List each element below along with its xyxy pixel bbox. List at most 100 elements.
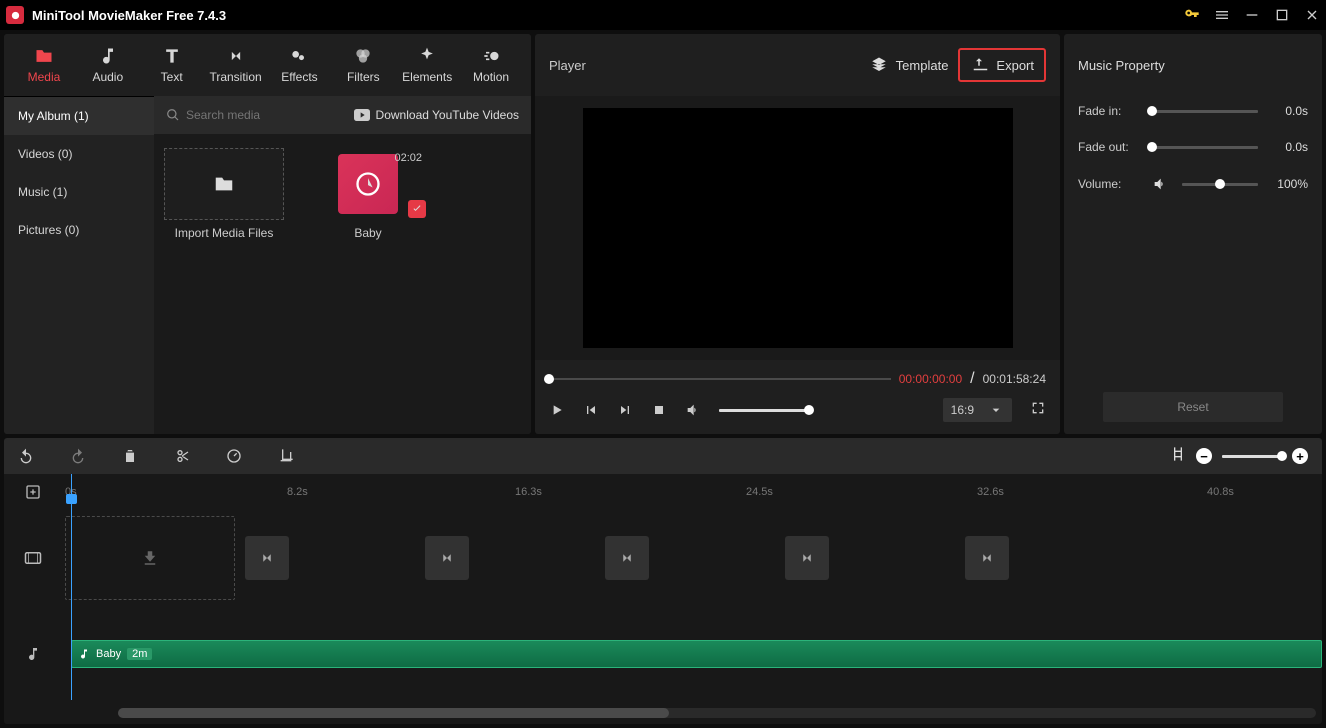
stop-button[interactable] bbox=[651, 402, 667, 418]
next-frame-button[interactable] bbox=[617, 402, 633, 418]
playhead[interactable] bbox=[71, 474, 72, 700]
clip-added-check-icon bbox=[408, 200, 426, 218]
media-sidebar: My Album (1) Videos (0) Music (1) Pictur… bbox=[4, 96, 154, 434]
volume-icon bbox=[1152, 176, 1168, 192]
folder-open-icon bbox=[213, 173, 235, 195]
time-current: 00:00:00:00 bbox=[899, 372, 962, 386]
video-track[interactable] bbox=[61, 510, 1322, 606]
music-note-icon bbox=[98, 46, 118, 66]
transition-slot[interactable] bbox=[785, 536, 829, 580]
tab-media[interactable]: Media bbox=[12, 34, 76, 96]
template-button[interactable]: Template bbox=[860, 50, 959, 80]
player-panel: Player Template Export 00:00:00:00 bbox=[535, 34, 1060, 434]
transition-slot[interactable] bbox=[245, 536, 289, 580]
play-button[interactable] bbox=[549, 402, 565, 418]
audio-track-icon bbox=[4, 606, 61, 702]
app-logo bbox=[6, 6, 24, 24]
zoom-slider[interactable] bbox=[1222, 455, 1282, 458]
media-main: Download YouTube Videos Import Media Fil… bbox=[154, 96, 531, 434]
delete-button[interactable] bbox=[122, 448, 138, 464]
filters-icon bbox=[353, 46, 373, 66]
speed-button[interactable] bbox=[226, 448, 242, 464]
tab-audio[interactable]: Audio bbox=[76, 34, 140, 96]
audio-track[interactable]: Baby 2m bbox=[61, 606, 1322, 702]
volume-slider[interactable] bbox=[719, 409, 809, 412]
titlebar-controls bbox=[1184, 7, 1320, 23]
tab-effects[interactable]: Effects bbox=[268, 34, 332, 96]
media-clip-baby[interactable]: 02:02 Baby bbox=[308, 148, 428, 240]
main-tabbar: Media Audio Text Transition Effects bbox=[4, 34, 531, 96]
import-media-button[interactable]: Import Media Files bbox=[164, 148, 284, 240]
volume-row: Volume: 100% bbox=[1078, 176, 1308, 192]
app-title: MiniTool MovieMaker Free 7.4.3 bbox=[32, 8, 226, 23]
transition-slot[interactable] bbox=[605, 536, 649, 580]
video-track-icon bbox=[4, 510, 61, 606]
export-button[interactable]: Export bbox=[958, 48, 1046, 82]
redo-button[interactable] bbox=[70, 448, 86, 464]
player-title: Player bbox=[549, 58, 586, 73]
property-title: Music Property bbox=[1064, 34, 1322, 96]
time-ruler[interactable]: 0s 8.2s 16.3s 24.5s 32.6s 40.8s bbox=[61, 474, 1322, 510]
volume-slider-prop[interactable] bbox=[1182, 183, 1258, 186]
download-youtube-button[interactable]: Download YouTube Videos bbox=[354, 108, 519, 122]
sidebar-item-videos[interactable]: Videos (0) bbox=[4, 135, 154, 173]
sidebar-item-pictures[interactable]: Pictures (0) bbox=[4, 211, 154, 249]
sidebar-item-my-album[interactable]: My Album (1) bbox=[4, 97, 154, 135]
tab-elements[interactable]: Elements bbox=[395, 34, 459, 96]
media-panel: Media Audio Text Transition Effects bbox=[4, 34, 531, 434]
transition-slot[interactable] bbox=[965, 536, 1009, 580]
motion-icon bbox=[481, 46, 501, 66]
tab-filters[interactable]: Filters bbox=[331, 34, 395, 96]
tab-transition[interactable]: Transition bbox=[204, 34, 268, 96]
fade-out-row: Fade out: 0.0s bbox=[1078, 140, 1308, 154]
add-track-button[interactable] bbox=[4, 474, 61, 510]
fade-in-row: Fade in: 0.0s bbox=[1078, 104, 1308, 118]
youtube-icon bbox=[354, 109, 370, 121]
progress-bar[interactable]: 00:00:00:00 / 00:01:58:24 bbox=[549, 370, 1046, 388]
clip-duration: 02:02 bbox=[394, 152, 422, 164]
music-disc-icon bbox=[354, 170, 382, 198]
folder-icon bbox=[34, 46, 54, 66]
video-canvas bbox=[583, 108, 1013, 348]
close-icon[interactable] bbox=[1304, 7, 1320, 23]
template-icon bbox=[870, 56, 888, 74]
transition-icon bbox=[226, 46, 246, 66]
tracks-area[interactable]: 0s 8.2s 16.3s 24.5s 32.6s 40.8s Baby bbox=[61, 474, 1322, 724]
undo-button[interactable] bbox=[18, 448, 34, 464]
search-icon bbox=[166, 108, 180, 122]
player-viewport bbox=[535, 96, 1060, 360]
audio-clip[interactable]: Baby 2m bbox=[71, 640, 1322, 668]
prev-frame-button[interactable] bbox=[583, 402, 599, 418]
export-icon bbox=[970, 56, 988, 74]
fade-in-slider[interactable] bbox=[1152, 110, 1258, 113]
zoom-in-button[interactable]: + bbox=[1292, 448, 1308, 464]
fade-out-slider[interactable] bbox=[1152, 146, 1258, 149]
zoom-out-button[interactable]: − bbox=[1196, 448, 1212, 464]
timeline-area: 0s 8.2s 16.3s 24.5s 32.6s 40.8s Baby bbox=[4, 474, 1322, 724]
upgrade-key-icon[interactable] bbox=[1184, 7, 1200, 23]
chevron-down-icon bbox=[988, 402, 1004, 418]
sidebar-item-music[interactable]: Music (1) bbox=[4, 173, 154, 211]
timeline-toolbar: − + bbox=[4, 438, 1322, 474]
crop-button[interactable] bbox=[278, 448, 294, 464]
elements-sparkle-icon bbox=[417, 46, 437, 66]
search-input[interactable] bbox=[186, 108, 354, 122]
fullscreen-button[interactable] bbox=[1030, 400, 1046, 421]
menu-icon[interactable] bbox=[1214, 7, 1230, 23]
tab-text[interactable]: Text bbox=[140, 34, 204, 96]
minimize-icon[interactable] bbox=[1244, 7, 1260, 23]
reset-button[interactable]: Reset bbox=[1103, 392, 1283, 422]
aspect-ratio-select[interactable]: 16:9 bbox=[943, 398, 1012, 422]
tab-motion[interactable]: Motion bbox=[459, 34, 523, 96]
split-button[interactable] bbox=[174, 448, 190, 464]
text-icon bbox=[162, 46, 182, 66]
property-panel: Music Property Fade in: 0.0s Fade out: 0… bbox=[1064, 34, 1322, 434]
music-note-icon bbox=[78, 648, 90, 660]
video-drop-slot[interactable] bbox=[65, 516, 235, 600]
volume-icon[interactable] bbox=[685, 402, 701, 418]
effects-icon bbox=[289, 46, 309, 66]
snap-icon[interactable] bbox=[1170, 446, 1186, 467]
transition-slot[interactable] bbox=[425, 536, 469, 580]
maximize-icon[interactable] bbox=[1274, 7, 1290, 23]
timeline-scrollbar[interactable] bbox=[118, 708, 1316, 718]
